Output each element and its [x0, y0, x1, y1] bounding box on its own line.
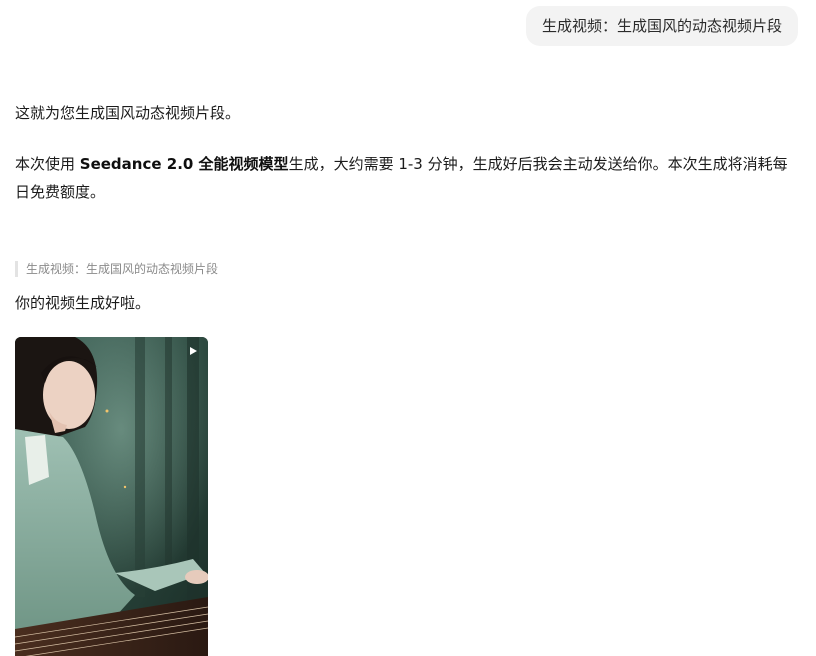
quoted-request: 生成视频：生成国风的动态视频片段 — [15, 261, 218, 277]
user-message-bubble: 生成视频：生成国风的动态视频片段 — [525, 6, 798, 46]
chat-window: 生成视频：生成国风的动态视频片段 这就为您生成国风动态视频片段。 本次使用 Se… — [0, 0, 816, 656]
info-prefix: 本次使用 — [15, 155, 80, 173]
assistant-reply-done: 你的视频生成好啦。 — [15, 294, 151, 312]
generated-video-thumbnail[interactable] — [15, 337, 208, 656]
play-icon[interactable] — [187, 345, 199, 357]
user-message-text: 生成视频：生成国风的动态视频片段 — [541, 17, 782, 35]
video-thumbnail-image — [15, 337, 208, 656]
assistant-reply-info: 本次使用 Seedance 2.0 全能视频模型生成，大约需要 1-3 分钟，生… — [15, 150, 800, 206]
assistant-reply-confirm: 这就为您生成国风动态视频片段。 — [15, 104, 241, 122]
model-name: Seedance 2.0 全能视频模型 — [79, 155, 289, 173]
